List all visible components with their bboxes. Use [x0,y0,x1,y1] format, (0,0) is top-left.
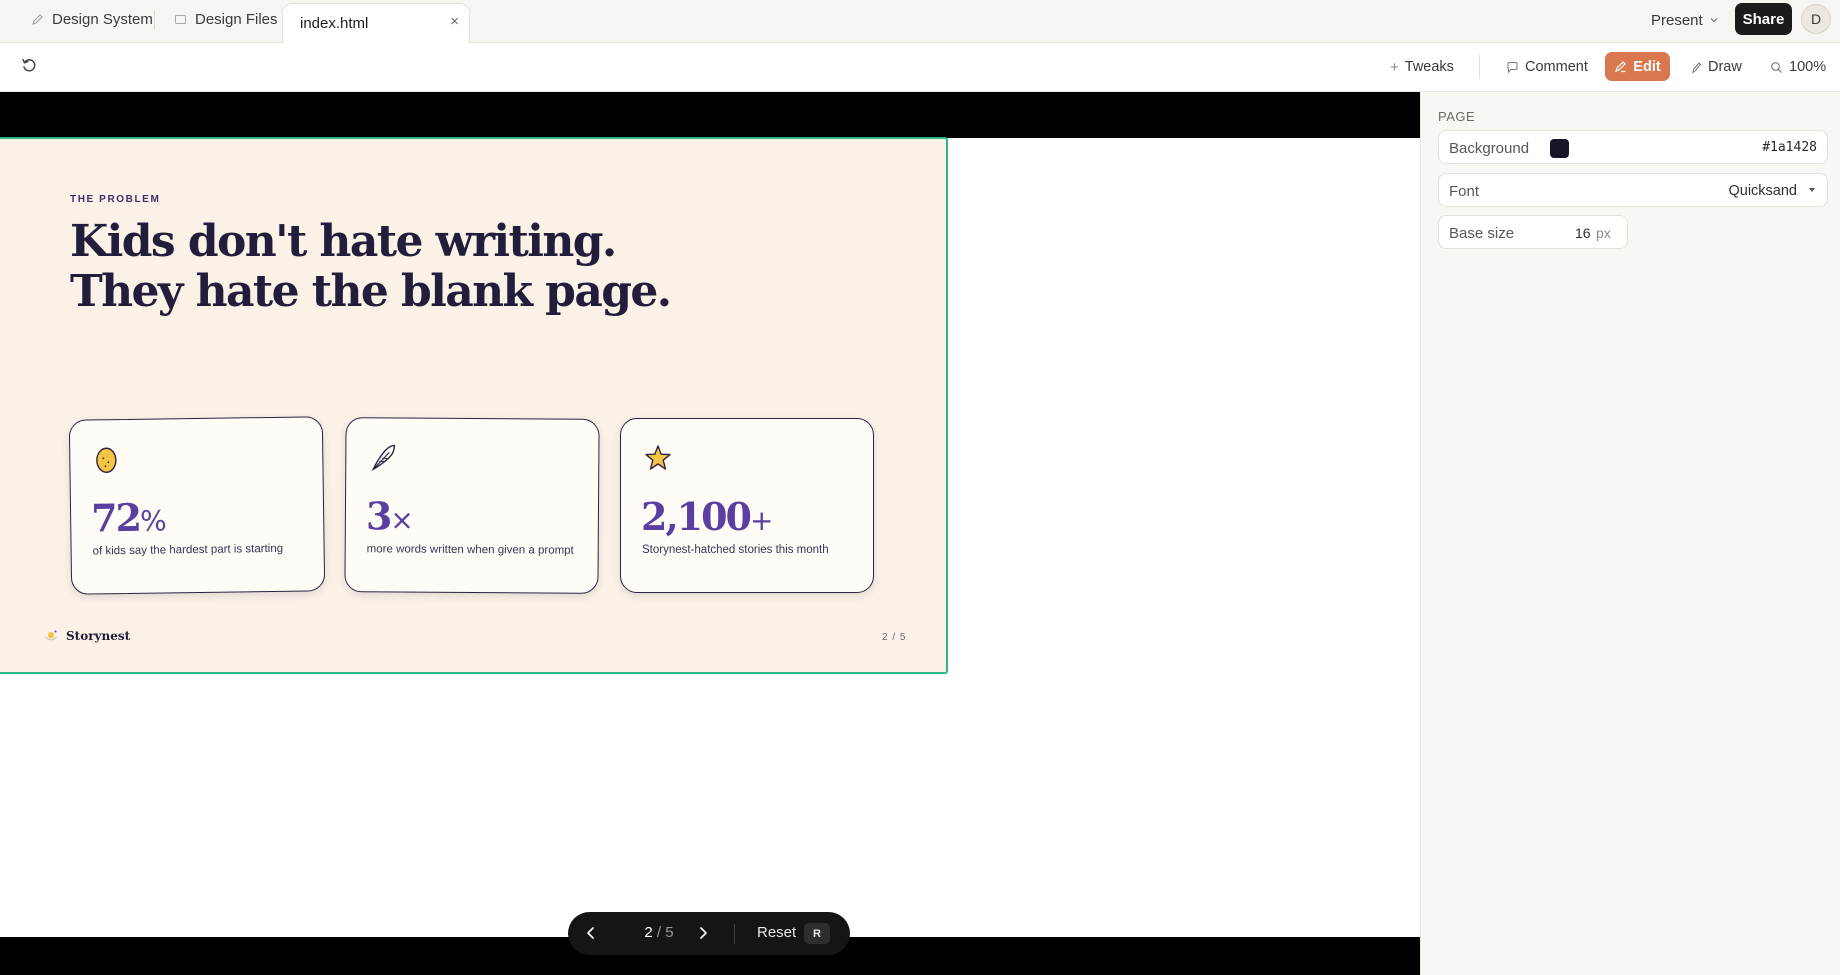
slide-eyebrow[interactable]: THE PROBLEM [70,194,160,205]
slide[interactable]: THE PROBLEM Kids don't hate writing. The… [0,137,948,674]
canvas[interactable]: THE PROBLEM Kids don't hate writing. The… [0,92,1420,975]
slide-counter: 2 / 5 [644,924,674,941]
pencil-icon [1692,61,1702,74]
color-swatch[interactable] [1550,139,1569,158]
present-button[interactable]: Present [1651,9,1719,31]
egg-icon [96,447,117,473]
toolbar: + Tweaks Comment Edit Draw 100% [0,43,1840,92]
stat-value: 3× [365,493,414,539]
tab-bar: Design System Design Files index.html × … [0,0,1840,43]
base-size-label: Base size [1449,225,1515,242]
feather-icon [371,444,396,472]
font-select[interactable]: Font Quicksand [1438,173,1828,207]
dropdown-caret-icon [1809,188,1815,192]
present-label: Present [1651,11,1703,29]
background-field[interactable]: Background #1a1428 [1438,130,1828,164]
zoom-control[interactable]: 100% [1770,53,1826,81]
reload-icon[interactable] [20,56,38,74]
edit-button[interactable]: Edit [1605,52,1670,81]
base-size-field[interactable]: Base size 16 px [1438,215,1628,249]
tab-design-files[interactable]: Design Files [173,0,278,38]
tab-index-html[interactable]: index.html × [282,3,470,43]
stat-description: Storynest-hatched stories this month [642,544,829,556]
stat-card[interactable]: 2,100+ Storynest-hatched stories this mo… [620,418,874,593]
stat-card[interactable]: 3× more words written when given a promp… [344,417,600,594]
stat-card[interactable]: 72% of kids say the hardest part is star… [68,416,326,595]
avatar[interactable]: D [1801,4,1831,34]
chevron-right-icon[interactable] [694,924,712,942]
comment-label: Comment [1525,59,1588,75]
pen-icon [1615,61,1627,73]
brand-name: Storynest [66,629,131,643]
close-icon[interactable]: × [450,13,459,30]
toolbar-divider [1479,55,1480,79]
stat-description: of kids say the hardest part is starting [92,542,284,558]
search-icon [1771,61,1782,73]
tab-label: index.html [300,15,369,32]
zoom-label: 100% [1789,59,1827,75]
star-icon [645,445,671,470]
panel-section-title: PAGE [1438,109,1476,124]
slide-navigator: 2 / 5 Reset R [568,912,850,955]
stat-description: more words written when given a prompt [366,543,574,557]
tweaks-label: Tweaks [1404,59,1454,75]
chevron-left-icon[interactable] [582,924,600,942]
font-label: Font [1449,183,1480,200]
nav-divider [734,924,735,944]
comment-icon [1507,61,1518,73]
tab-label: Design System [52,10,153,28]
chevron-down-icon [1710,18,1718,23]
reset-shortcut-key: R [804,923,830,944]
draw-button[interactable]: Draw [1690,53,1742,81]
base-size-unit: px [1596,225,1611,241]
pen-icon [30,12,44,26]
brand: Storynest [44,629,130,643]
draw-label: Draw [1708,59,1742,75]
tweaks-button[interactable]: + Tweaks [1390,53,1454,81]
slide-page-number: 2 / 5 [882,632,907,643]
comment-button[interactable]: Comment [1506,53,1588,81]
tab-design-system[interactable]: Design System [30,0,153,38]
stat-value: 72% [90,494,167,541]
edit-label: Edit [1633,58,1661,75]
file-icon [173,12,187,26]
canvas-letterbox-top [0,92,1420,138]
base-size-value[interactable]: 16 [1575,225,1591,241]
stat-value: 2,100+ [641,494,774,539]
share-button[interactable]: Share [1735,3,1792,35]
plus-icon: + [1390,58,1399,76]
background-hex-value[interactable]: #1a1428 [1762,140,1817,155]
font-value: Quicksand [1728,183,1797,199]
inspector-panel: PAGE Background #1a1428 Font Quicksand B… [1420,92,1840,975]
background-label: Background [1449,140,1530,157]
storynest-logo-icon [45,630,57,641]
reset-button[interactable]: Reset [757,924,796,941]
tab-label: Design Files [195,10,278,28]
tab-divider [154,10,155,30]
slide-headline[interactable]: Kids don't hate writing. They hate the b… [70,217,730,317]
